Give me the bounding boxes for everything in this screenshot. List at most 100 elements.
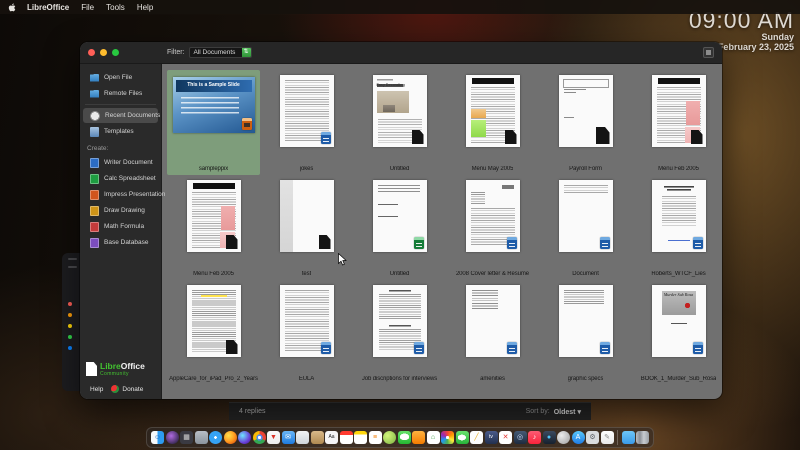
minimize-window-button[interactable] xyxy=(100,49,107,56)
dogear-badge-icon xyxy=(225,340,238,354)
dock-facetime-icon[interactable] xyxy=(455,431,469,444)
zoom-window-button[interactable] xyxy=(112,49,119,56)
sidebar-item-impress-presentation[interactable]: Impress Presentation xyxy=(83,187,165,202)
dock-mission-control-icon[interactable] xyxy=(194,431,208,444)
menu-file[interactable]: File xyxy=(81,3,94,12)
dock-find-my-icon[interactable]: ● xyxy=(542,431,556,444)
document-cell-applecare-for-ipad-pro-2-years[interactable]: AppleCare_for_iPad_Pro_2_Years xyxy=(167,280,260,385)
dock-siri-icon[interactable] xyxy=(165,431,179,444)
sidebar-item-math-formula[interactable]: Math Formula xyxy=(83,219,158,234)
document-cell-document[interactable]: Document xyxy=(539,175,632,280)
dock-books-icon[interactable] xyxy=(310,431,324,444)
dock-calendar-icon[interactable] xyxy=(339,431,353,444)
dock-contacts-icon[interactable] xyxy=(557,431,570,444)
menu-help[interactable]: Help xyxy=(137,3,153,12)
donate-button[interactable]: Donate xyxy=(111,385,143,393)
document-label: AppleCare_for_iPad_Pro_2_Years xyxy=(169,376,258,382)
menu-bar: LibreOffice File Tools Help xyxy=(0,0,800,14)
document-cell-menu-may-2005[interactable]: Menu May 2005 xyxy=(446,70,539,175)
dock-chrome-icon[interactable] xyxy=(252,431,266,444)
dock-podcasts-icon[interactable]: ◎ xyxy=(513,431,527,444)
recent-clock-icon xyxy=(90,110,100,121)
dock-safari-icon[interactable] xyxy=(209,431,222,444)
dock-home-icon[interactable]: ⌂ xyxy=(426,431,440,444)
finder-sidebar-item xyxy=(68,266,77,268)
dock-app-red-x-icon[interactable]: ✕ xyxy=(499,431,512,444)
writer-badge-icon xyxy=(599,237,610,249)
background-finder-window[interactable] xyxy=(62,253,82,391)
dock-news-icon[interactable] xyxy=(412,431,425,444)
writer-badge-icon xyxy=(320,132,331,144)
writer-badge-icon xyxy=(692,342,703,354)
dock-notes-icon[interactable] xyxy=(354,431,367,444)
dock-firefox-icon[interactable] xyxy=(223,431,237,444)
chevron-down-icon: ▾ xyxy=(577,408,581,416)
dock-launchpad-icon[interactable]: ▦ xyxy=(180,431,193,444)
templates-icon xyxy=(90,126,99,137)
document-cell-jokes[interactable]: jokes xyxy=(260,70,353,175)
dock-trash-icon[interactable] xyxy=(636,431,649,444)
document-cell-graphic-specs[interactable]: graphic specs xyxy=(539,280,632,385)
traffic-lights xyxy=(88,49,119,56)
document-cell-2008-cover-letter-resume[interactable]: 2008 Cover letter & Resume xyxy=(446,175,539,280)
apple-logo-icon[interactable] xyxy=(8,3,17,12)
dogear-badge-icon xyxy=(504,130,517,144)
document-cell-job-discriptions-for-interviews[interactable]: Job discriptions for interviews xyxy=(353,280,446,385)
dogear-badge-icon xyxy=(318,235,331,249)
sidebar-item-draw-drawing[interactable]: Draw Drawing xyxy=(83,203,158,218)
sort-by-dropdown[interactable]: Oldest ▾ xyxy=(554,408,581,416)
dock: ☺ ▦ ▼ ✉ Aa ≡ ⌂ ╱ tv ✕ ◎ ♪ ● A ⚙ ✎ xyxy=(146,427,654,448)
menu-libreoffice[interactable]: LibreOffice xyxy=(27,3,69,12)
impress-doc-icon xyxy=(90,189,99,200)
document-label: Untitled xyxy=(389,166,410,172)
dock-tv-icon[interactable]: tv xyxy=(484,431,498,444)
document-thumbnail xyxy=(279,285,334,357)
close-window-button[interactable] xyxy=(88,49,95,56)
document-cell-menu-feb-2005[interactable]: Menu Feb 2005 xyxy=(632,70,722,175)
menu-tools[interactable]: Tools xyxy=(106,3,125,12)
document-cell-untitled[interactable]: Easy Decorating Untitled xyxy=(353,70,446,175)
document-label: jokes xyxy=(299,166,314,172)
sidebar-item-remote-files[interactable]: Remote Files xyxy=(83,86,158,101)
document-cell-untitled[interactable]: Untitled xyxy=(353,175,446,280)
help-button[interactable]: Help xyxy=(90,386,103,393)
libreoffice-start-center-window: Filter: All Documents ⇅ Open File Remote … xyxy=(80,42,722,399)
document-cell-eula[interactable]: EULA xyxy=(260,280,353,385)
sidebar-item-calc-spreadsheet[interactable]: Calc Spreadsheet xyxy=(83,171,158,186)
document-cell-menu-feb-2005[interactable]: Menu Feb 2005 xyxy=(167,175,260,280)
dock-photos-icon[interactable] xyxy=(441,431,454,444)
dock-mail-icon[interactable]: ✉ xyxy=(281,431,295,444)
sidebar-item-open-file[interactable]: Open File xyxy=(83,70,158,85)
dock-finder-icon[interactable]: ☺ xyxy=(151,431,164,444)
filter-value: All Documents xyxy=(193,49,236,56)
filter-dropdown[interactable]: All Documents ⇅ xyxy=(188,47,252,58)
sidebar-item-recent-documents[interactable]: Recent Documents xyxy=(83,108,160,123)
dock-firefox-dev-icon[interactable] xyxy=(238,431,251,444)
sidebar-item-base-database[interactable]: Base Database xyxy=(83,235,158,250)
writer-badge-icon xyxy=(599,342,610,354)
dock-app-window-icon[interactable] xyxy=(296,431,309,444)
dock-downloads-folder-icon[interactable] xyxy=(621,431,635,444)
finder-tag-dot xyxy=(68,313,72,317)
document-cell-amenities[interactable]: amenities xyxy=(446,280,539,385)
document-cell-roberts-wtcf-lies[interactable]: Roberts_WTCF_Lies xyxy=(632,175,722,280)
dock-messages-icon[interactable] xyxy=(397,431,411,444)
sidebar-item-label: Open File xyxy=(104,74,133,81)
dock-font-book-icon[interactable]: Aa xyxy=(325,431,338,444)
document-thumbnail: This is a Sample Slide xyxy=(172,77,255,133)
document-cell-payroll-form[interactable]: Payroll Form xyxy=(539,70,632,175)
sidebar-item-writer-document[interactable]: Writer Document xyxy=(83,155,158,170)
view-toggle-button[interactable] xyxy=(703,47,714,58)
dogear-badge-icon xyxy=(690,130,703,144)
dock-settings-icon[interactable]: ⚙ xyxy=(586,431,599,444)
dock-reminders-icon[interactable]: ≡ xyxy=(368,431,382,444)
dock-brave-shield-icon[interactable]: ▼ xyxy=(267,431,280,444)
dock-freeform-icon[interactable]: ╱ xyxy=(470,431,483,444)
document-cell-sampleppix[interactable]: This is a Sample Slide sampleppix xyxy=(167,70,260,175)
dock-music-icon[interactable]: ♪ xyxy=(528,431,541,444)
dock-app-green-icon[interactable] xyxy=(383,431,396,444)
sidebar-item-templates[interactable]: Templates xyxy=(83,124,158,139)
dock-app-store-icon[interactable]: A xyxy=(571,431,585,444)
document-cell-book-1-murder-sub-rosa[interactable]: Murder Sub Rosa BOOK_1_Murder_Sub_Rosa xyxy=(632,280,722,385)
dock-textedit-icon[interactable]: ✎ xyxy=(600,431,614,444)
